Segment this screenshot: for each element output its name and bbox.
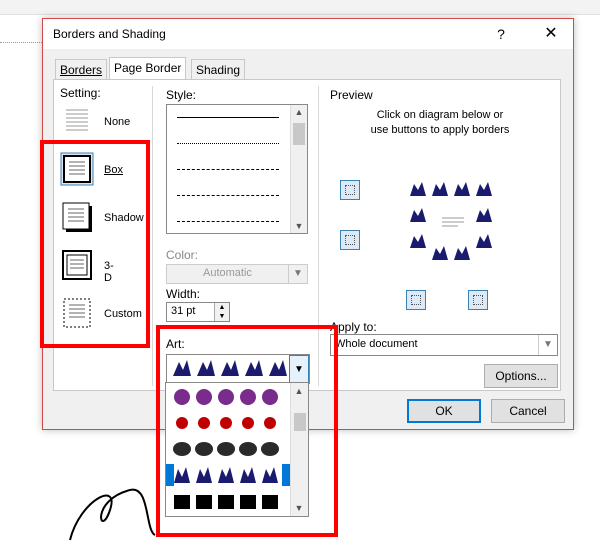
help-button[interactable]: ? [489, 23, 513, 45]
setting-none-icon [66, 109, 88, 131]
style-dashed-small[interactable] [177, 169, 279, 170]
width-spinner[interactable]: 31 pt ▲ ▼ [166, 302, 230, 322]
dialog-title: Borders and Shading [53, 27, 166, 41]
title-bar: Borders and Shading ? ✕ [43, 19, 573, 49]
style-scrollbar[interactable]: ▲ ▼ [290, 105, 307, 233]
tab-shading[interactable]: Shading [191, 59, 246, 80]
style-dotted[interactable] [177, 143, 279, 144]
right-border-button[interactable] [468, 290, 488, 310]
width-value: 31 pt [171, 305, 196, 317]
color-label: Color: [166, 248, 199, 262]
style-list[interactable]: ▲ ▼ [166, 104, 308, 234]
apply-to-value: Whole document [335, 338, 418, 350]
color-select: Automatic ▼ [166, 264, 308, 284]
style-label: Style: [166, 88, 197, 102]
scroll-up-icon[interactable]: ▲ [291, 107, 307, 117]
tab-borders[interactable]: Borders [55, 59, 108, 80]
scroll-down-icon[interactable]: ▼ [291, 221, 307, 231]
cancel-button[interactable]: Cancel [491, 399, 565, 423]
style-solid[interactable] [177, 117, 279, 118]
preview-diagram[interactable] [402, 174, 502, 268]
width-label: Width: [166, 287, 201, 301]
word-ribbon-edge [0, 0, 600, 15]
setting-none[interactable]: None [60, 104, 130, 141]
top-border-button[interactable] [340, 180, 360, 200]
scroll-thumb[interactable] [293, 123, 305, 145]
divider [152, 86, 153, 386]
color-value: Automatic [203, 267, 252, 279]
apply-to-select[interactable]: Whole document ▼ [330, 334, 558, 356]
style-dashed[interactable] [177, 195, 279, 196]
spin-down-icon[interactable]: ▼ [214, 312, 229, 321]
chevron-down-icon[interactable]: ▼ [538, 335, 557, 355]
ok-button[interactable]: OK [407, 399, 481, 423]
border-top-icon [345, 185, 355, 195]
bottom-border-button[interactable] [340, 230, 360, 250]
tab-page-border[interactable]: Page Border [109, 57, 187, 81]
setting-none-label: None [104, 116, 131, 128]
highlight-box-art [156, 325, 338, 537]
setting-label: Setting: [60, 86, 101, 100]
border-left-icon [411, 295, 421, 305]
left-border-button[interactable] [406, 290, 426, 310]
border-right-icon [473, 295, 483, 305]
preview-label: Preview [330, 88, 373, 102]
chevron-down-icon: ▼ [288, 265, 307, 283]
highlight-box-setting [40, 140, 150, 348]
style-dash-dot[interactable] [177, 221, 279, 222]
border-bottom-icon [345, 235, 355, 245]
preview-hint: Click on diagram below or use buttons to… [370, 109, 510, 136]
spin-up-icon[interactable]: ▲ [214, 303, 229, 312]
close-button[interactable]: ✕ [537, 23, 565, 45]
options-button[interactable]: Options... [484, 364, 558, 388]
